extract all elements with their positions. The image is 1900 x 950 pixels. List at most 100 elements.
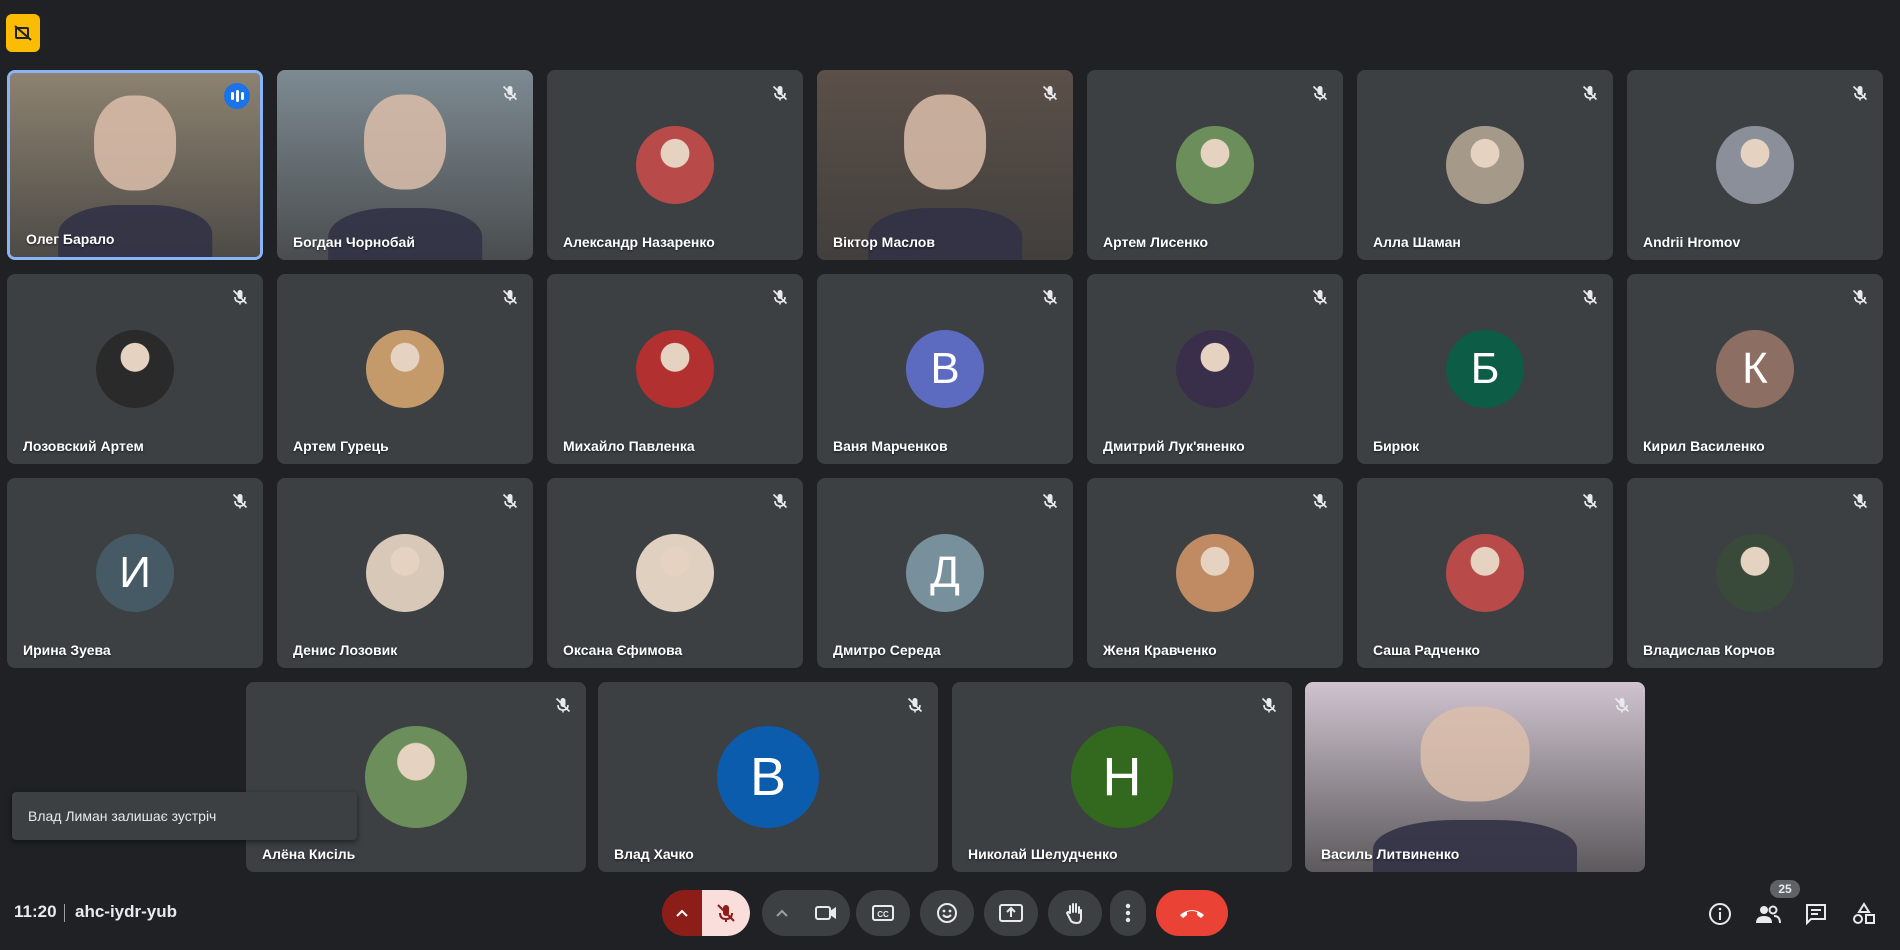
participant-tile[interactable]: Богдан Чорнобай — [277, 70, 533, 260]
initial-avatar: В — [717, 726, 819, 828]
raise-hand-button[interactable] — [1048, 890, 1102, 936]
camera-options-button[interactable] — [762, 890, 802, 936]
camera-icon — [815, 906, 836, 920]
participant-name: Саша Радченко — [1373, 642, 1480, 658]
participant-name: Женя Кравченко — [1103, 642, 1217, 658]
participant-name: Andrii Hromov — [1643, 234, 1741, 250]
participant-tile[interactable]: Артем Гурець — [277, 274, 533, 464]
camera-toggle-button[interactable] — [802, 890, 850, 936]
participant-name: Владислав Корчов — [1643, 642, 1775, 658]
participant-tile[interactable]: И Ирина Зуева — [7, 478, 263, 668]
participant-tile[interactable]: В Влад Хачко — [598, 682, 938, 872]
participant-face — [94, 95, 176, 191]
mic-off-icon — [907, 697, 923, 713]
participant-tile[interactable]: Василь Литвиненко — [1305, 682, 1645, 872]
participant-name: Михайло Павленка — [563, 438, 695, 454]
captions-icon: CC — [872, 905, 894, 921]
mic-toggle-button[interactable] — [702, 890, 750, 936]
profile-photo — [1176, 534, 1254, 612]
participant-tile[interactable]: Денис Лозовик — [277, 478, 533, 668]
people-button[interactable] — [1754, 900, 1782, 928]
participant-tile[interactable]: Владислав Корчов — [1627, 478, 1883, 668]
profile-photo — [1176, 126, 1254, 204]
present-icon — [999, 904, 1023, 922]
participant-tile[interactable]: Віктор Маслов — [817, 70, 1073, 260]
clock: 11:20 — [14, 902, 57, 921]
initial-avatar: К — [1716, 330, 1794, 408]
mic-off-icon — [1042, 289, 1058, 305]
participant-tile[interactable]: Саша Радченко — [1357, 478, 1613, 668]
mic-off-icon — [1582, 85, 1598, 101]
profile-photo — [365, 726, 467, 828]
mic-off-icon — [1852, 493, 1868, 509]
leave-notification: Влад Лиман залишає зустріч — [12, 792, 357, 840]
participant-tile[interactable]: Д Дмитро Середа — [817, 478, 1073, 668]
mic-off-icon — [502, 85, 518, 101]
mic-off-icon — [1042, 85, 1058, 101]
emoji-button[interactable] — [920, 890, 974, 936]
participant-tile[interactable]: Лозовский Артем — [7, 274, 263, 464]
more-icon — [1125, 903, 1131, 923]
activities-button[interactable] — [1850, 900, 1878, 928]
people-icon — [1756, 905, 1781, 924]
mic-off-icon — [1261, 697, 1277, 713]
svg-text:CC: CC — [877, 910, 889, 919]
participant-name: Віктор Маслов — [833, 234, 935, 250]
profile-photo — [1176, 330, 1254, 408]
mic-off-icon — [1852, 289, 1868, 305]
bottom-toolbar: 11:20 ahc-iydr-yub CC 25 — [0, 880, 1900, 950]
profile-photo — [636, 126, 714, 204]
mic-off-icon — [232, 289, 248, 305]
emoji-icon — [937, 903, 957, 923]
participant-name: Олег Барало — [26, 231, 115, 247]
participant-tile[interactable]: Женя Кравченко — [1087, 478, 1343, 668]
participant-name: Кирил Василенко — [1643, 438, 1765, 454]
participant-tile[interactable]: В Ваня Марченков — [817, 274, 1073, 464]
participant-tile[interactable]: Артем Лисенко — [1087, 70, 1343, 260]
participant-name: Ирина Зуева — [23, 642, 111, 658]
recording-off-badge[interactable] — [6, 14, 40, 52]
mic-off-icon — [1312, 85, 1328, 101]
participant-tile[interactable]: Б Бирюк — [1357, 274, 1613, 464]
participant-tile[interactable]: Алёна Кисіль — [246, 682, 586, 872]
initial-avatar: В — [906, 330, 984, 408]
participant-tile[interactable]: Алла Шаман — [1357, 70, 1613, 260]
end-call-icon — [1180, 910, 1204, 918]
no-recording-icon — [14, 25, 32, 41]
mic-off-icon — [1312, 493, 1328, 509]
more-options-button[interactable] — [1110, 890, 1146, 936]
initial-avatar: И — [96, 534, 174, 612]
participant-name: Алла Шаман — [1373, 234, 1461, 250]
mic-off-icon — [1582, 289, 1598, 305]
present-button[interactable] — [984, 890, 1038, 936]
participant-name: Оксана Єфимова — [563, 642, 683, 658]
participant-tile[interactable]: К Кирил Василенко — [1627, 274, 1883, 464]
mic-options-button[interactable] — [662, 890, 702, 936]
initial-avatar: Д — [906, 534, 984, 612]
meeting-details-button[interactable] — [1706, 900, 1734, 928]
participant-tile[interactable]: Оксана Єфимова — [547, 478, 803, 668]
mic-off-icon — [1614, 697, 1630, 713]
participant-tile[interactable]: Andrii Hromov — [1627, 70, 1883, 260]
participant-face — [904, 94, 986, 190]
initial-avatar: Н — [1071, 726, 1173, 828]
meeting-code[interactable]: ahc-iydr-yub — [75, 902, 177, 922]
mic-off-icon — [772, 85, 788, 101]
participant-tile[interactable]: Михайло Павленка — [547, 274, 803, 464]
participant-tile[interactable]: Н Николай Шелудченко — [952, 682, 1292, 872]
camera-control — [762, 890, 850, 936]
chat-button[interactable] — [1802, 900, 1830, 928]
participant-name: Николай Шелудченко — [968, 846, 1118, 862]
participant-tile[interactable]: Дмитрий Лук'яненко — [1087, 274, 1343, 464]
mic-off-icon — [502, 289, 518, 305]
captions-button[interactable]: CC — [856, 890, 910, 936]
participant-tile[interactable]: Александр Назаренко — [547, 70, 803, 260]
end-call-button[interactable] — [1156, 890, 1228, 936]
mic-off-icon — [717, 904, 735, 922]
participant-face — [364, 94, 446, 190]
activities-icon — [1853, 902, 1875, 924]
mic-off-icon — [1312, 289, 1328, 305]
mic-off-icon — [1042, 493, 1058, 509]
participant-tile[interactable]: Олег Барало — [7, 70, 263, 260]
participant-name: Ваня Марченков — [833, 438, 948, 454]
